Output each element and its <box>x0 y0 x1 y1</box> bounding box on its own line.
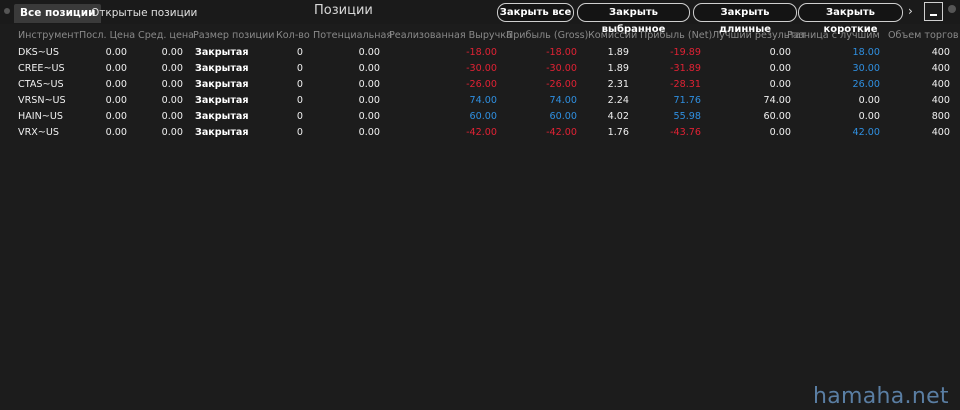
diff-best-cell: 30.00 <box>852 63 880 74</box>
tab-open-positions[interactable]: Открытые позиции <box>85 4 203 23</box>
commission-cell: 4.02 <box>607 111 629 122</box>
potential-cell: 0.00 <box>358 79 380 90</box>
avg-price-cell: 0.00 <box>161 63 183 74</box>
col-position-size[interactable]: Размер позиции <box>193 28 275 44</box>
settings-icon[interactable] <box>948 5 956 13</box>
commission-cell: 2.31 <box>607 79 629 90</box>
profit-net-cell: -31.89 <box>670 63 701 74</box>
best-result-cell: 74.00 <box>763 95 791 106</box>
diff-best-cell: 18.00 <box>852 47 880 58</box>
table-row[interactable]: CTAS~US 0.00 0.00 Закрытая 0 0.00 -26.00 -26.00… <box>0 77 960 93</box>
avg-price-cell: 0.00 <box>161 111 183 122</box>
close-long-button[interactable]: Закрыть длинные <box>693 3 797 35</box>
col-qty[interactable]: Кол-во <box>276 28 310 44</box>
commission-cell: 1.76 <box>607 127 629 138</box>
commission-cell: 1.89 <box>607 47 629 58</box>
table-row[interactable]: CREE~US 0.00 0.00 Закрытая 0 0.00 -30.00 -30.00… <box>0 61 960 77</box>
table-header: Инструмент Посл. Цена Сред. цена Размер поз… <box>0 28 960 44</box>
avg-price-cell: 0.00 <box>161 95 183 106</box>
volume-cell: 400 <box>931 127 950 138</box>
potential-cell: 0.00 <box>358 63 380 74</box>
col-potential[interactable]: Потенциальная <box>313 28 392 44</box>
commission-cell: 2.24 <box>607 95 629 106</box>
col-volume[interactable]: Объем торгов <box>888 28 959 44</box>
table-row[interactable]: DKS~US 0.00 0.00 Закрытая 0 0.00 -18.00 -18.00 1… <box>0 45 960 61</box>
minimize-button[interactable] <box>924 2 943 21</box>
best-result-cell: 0.00 <box>769 127 791 138</box>
potential-cell: 0.00 <box>358 127 380 138</box>
potential-cell: 0.00 <box>358 47 380 58</box>
diff-best-cell: 42.00 <box>852 127 880 138</box>
close-selected-button[interactable]: Закрыть выбранное <box>577 3 690 35</box>
close-short-button[interactable]: Закрыть короткие <box>798 3 903 35</box>
diff-best-cell: 0.00 <box>858 111 880 122</box>
toolbar: Все позиции Открытые позиции Позиции Зак… <box>0 0 960 35</box>
col-last-price[interactable]: Посл. Цена <box>79 28 135 44</box>
profit-net-cell: -19.89 <box>670 47 701 58</box>
qty-cell: 0 <box>296 111 303 122</box>
profit-net-cell: 55.98 <box>673 111 701 122</box>
profit-net-cell: -43.76 <box>670 127 701 138</box>
diff-best-cell: 26.00 <box>852 79 880 90</box>
col-instrument[interactable]: Инструмент <box>18 28 79 44</box>
col-profit-gross[interactable]: Прибыль (Gross) <box>506 28 588 44</box>
qty-cell: 0 <box>296 79 303 90</box>
potential-cell: 0.00 <box>358 95 380 106</box>
table-row[interactable]: HAIN~US 0.00 0.00 Закрытая 0 0.00 60.00 60.00 4.… <box>0 109 960 125</box>
col-commission[interactable]: Комиссии <box>588 28 637 44</box>
col-profit-net[interactable]: Прибыль (Net) <box>640 28 712 44</box>
table-row[interactable]: VRX~US 0.00 0.00 Закрытая 0 0.00 -42.00 -42.00 1… <box>0 125 960 141</box>
realized-cell: 74.00 <box>469 95 497 106</box>
volume-cell: 400 <box>931 79 950 90</box>
table-row[interactable]: VRSN~US 0.00 0.00 Закрытая 0 0.00 74.00 74.00 2.… <box>0 93 960 109</box>
commission-cell: 1.89 <box>607 63 629 74</box>
col-diff-best[interactable]: Разница с лучшим <box>787 28 880 44</box>
avg-price-cell: 0.00 <box>161 47 183 58</box>
best-result-cell: 0.00 <box>769 47 791 58</box>
volume-cell: 400 <box>931 95 950 106</box>
best-result-cell: 60.00 <box>763 111 791 122</box>
best-result-cell: 0.00 <box>769 63 791 74</box>
realized-cell: 60.00 <box>469 111 497 122</box>
minimize-icon <box>930 14 937 16</box>
avg-price-cell: 0.00 <box>161 79 183 90</box>
volume-cell: 800 <box>931 111 950 122</box>
qty-cell: 0 <box>296 47 303 58</box>
close-all-button[interactable]: Закрыть все <box>497 3 574 22</box>
realized-cell: -18.00 <box>466 47 497 58</box>
watermark: hamaha.net <box>813 384 949 409</box>
chevron-right-icon[interactable]: › <box>908 4 913 18</box>
realized-cell: -30.00 <box>466 63 497 74</box>
qty-cell: 0 <box>296 95 303 106</box>
best-result-cell: 0.00 <box>769 79 791 90</box>
profit-net-cell: -28.31 <box>670 79 701 90</box>
diff-best-cell: 0.00 <box>858 95 880 106</box>
volume-cell: 400 <box>931 63 950 74</box>
col-realized[interactable]: Реализованная Выручка <box>389 28 512 44</box>
profit-net-cell: 71.76 <box>673 95 701 106</box>
qty-cell: 0 <box>296 63 303 74</box>
qty-cell: 0 <box>296 127 303 138</box>
realized-cell: -26.00 <box>466 79 497 90</box>
potential-cell: 0.00 <box>358 111 380 122</box>
panel-title: Позиции <box>314 3 373 18</box>
pin-icon[interactable] <box>4 8 10 14</box>
realized-cell: -42.00 <box>466 127 497 138</box>
volume-cell: 400 <box>931 47 950 58</box>
col-avg-price[interactable]: Сред. цена <box>138 28 194 44</box>
avg-price-cell: 0.00 <box>161 127 183 138</box>
